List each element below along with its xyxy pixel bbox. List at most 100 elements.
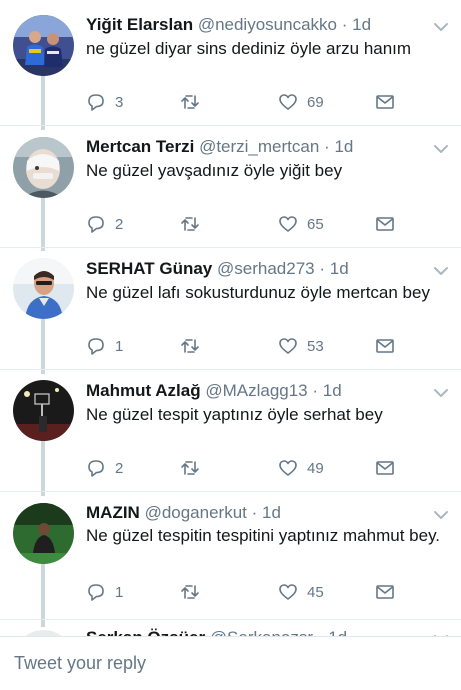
reply-count: 2 bbox=[115, 215, 124, 233]
reply-icon bbox=[88, 216, 104, 233]
reply-count: 3 bbox=[115, 93, 124, 111]
avatar[interactable] bbox=[13, 503, 74, 564]
timestamp[interactable]: 1d bbox=[334, 137, 353, 156]
direct-message-button[interactable] bbox=[375, 456, 395, 480]
timestamp[interactable]: 1d bbox=[323, 381, 342, 400]
like-button[interactable]: 45 bbox=[278, 580, 324, 604]
retweet-icon bbox=[181, 339, 199, 353]
retweet-button[interactable] bbox=[180, 580, 200, 604]
reply-icon bbox=[88, 460, 104, 477]
tweet-header: Mahmut Azlağ @MAzlagg13 · 1d bbox=[86, 380, 451, 402]
tweet[interactable]: Yiğit Elarslan @nediyosuncakko · 1d ne g… bbox=[0, 0, 461, 125]
tweet[interactable]: Mahmut Azlağ @MAzlagg13 · 1d Ne güzel te… bbox=[0, 370, 461, 491]
timestamp[interactable]: 1d bbox=[328, 628, 347, 636]
tweet-actions: 1 53 bbox=[86, 334, 406, 358]
avatar[interactable] bbox=[13, 380, 74, 441]
chevron-down-icon[interactable] bbox=[433, 508, 449, 520]
tweet-reply-input[interactable] bbox=[0, 637, 461, 690]
tweet[interactable]: Serkan Özsüer @Serkanozsr · 1d bbox=[0, 620, 461, 636]
chevron-down-icon[interactable] bbox=[433, 386, 449, 398]
direct-message-button[interactable] bbox=[375, 580, 395, 604]
chevron-down-icon[interactable] bbox=[433, 20, 449, 32]
display-name[interactable]: Serkan Özsüer bbox=[86, 628, 205, 636]
direct-message-button[interactable] bbox=[375, 212, 395, 236]
tweet-actions: 2 49 bbox=[86, 456, 406, 480]
tweet-header: Yiğit Elarslan @nediyosuncakko · 1d bbox=[86, 14, 451, 36]
retweet-icon bbox=[181, 461, 199, 475]
retweet-icon bbox=[181, 95, 199, 109]
like-count: 45 bbox=[307, 583, 324, 601]
reply-icon bbox=[88, 338, 104, 355]
envelope-icon bbox=[376, 95, 394, 109]
like-count: 65 bbox=[307, 215, 324, 233]
profile-photo-man-sunglasses bbox=[13, 258, 74, 319]
like-button[interactable]: 65 bbox=[278, 212, 324, 236]
reply-button[interactable]: 3 bbox=[86, 90, 123, 114]
display-name[interactable]: MAZIN bbox=[86, 503, 140, 522]
tweet-text: ne güzel diyar sins dediniz öyle arzu ha… bbox=[86, 39, 412, 58]
tweet-actions: 3 69 bbox=[86, 90, 406, 114]
heart-icon bbox=[279, 338, 297, 354]
like-count: 49 bbox=[307, 459, 324, 477]
profile-photo-bandaged-face bbox=[13, 137, 74, 198]
envelope-icon bbox=[376, 585, 394, 599]
chevron-down-icon[interactable] bbox=[433, 142, 449, 154]
heart-icon bbox=[279, 584, 297, 600]
username[interactable]: @nediyosuncakko bbox=[198, 15, 337, 34]
tweet-text: Ne güzel tespitin tespitini yaptınız mah… bbox=[86, 526, 441, 545]
timestamp[interactable]: 1d bbox=[262, 503, 281, 522]
tweet-actions: 2 65 bbox=[86, 212, 406, 236]
avatar[interactable] bbox=[13, 258, 74, 319]
timestamp[interactable]: 1d bbox=[330, 259, 349, 278]
like-button[interactable]: 69 bbox=[278, 90, 324, 114]
username[interactable]: @serhad273 bbox=[217, 259, 315, 278]
tweet[interactable]: SERHAT Günay @serhad273 · 1d Ne güzel la… bbox=[0, 248, 461, 369]
avatar[interactable] bbox=[13, 137, 74, 198]
username[interactable]: @Serkanozsr bbox=[210, 628, 313, 636]
direct-message-button[interactable] bbox=[375, 334, 395, 358]
reply-count: 1 bbox=[115, 337, 124, 355]
reply-button[interactable]: 1 bbox=[86, 580, 123, 604]
reply-button[interactable]: 2 bbox=[86, 456, 123, 480]
display-name[interactable]: SERHAT Günay bbox=[86, 259, 212, 278]
username[interactable]: @doganerkut bbox=[145, 503, 247, 522]
display-name[interactable]: Mertcan Terzi bbox=[86, 137, 194, 156]
tweet-header: Mertcan Terzi @terzi_mertcan · 1d bbox=[86, 136, 451, 158]
reply-button[interactable]: 1 bbox=[86, 334, 123, 358]
envelope-icon bbox=[376, 339, 394, 353]
retweet-button[interactable] bbox=[180, 212, 200, 236]
tweet-actions: 1 45 bbox=[86, 580, 406, 604]
separator: · bbox=[318, 628, 324, 636]
like-count: 53 bbox=[307, 337, 324, 355]
display-name[interactable]: Yiğit Elarslan bbox=[86, 15, 193, 34]
like-count: 69 bbox=[307, 93, 324, 111]
tweet-text: Ne güzel tespit yaptınız öyle serhat bey bbox=[86, 405, 383, 424]
separator: · bbox=[319, 259, 326, 278]
reply-button[interactable]: 2 bbox=[86, 212, 123, 236]
profile-photo-person-on-field bbox=[13, 503, 74, 564]
reply-thread: Yiğit Elarslan @nediyosuncakko · 1d ne g… bbox=[0, 0, 461, 636]
envelope-icon bbox=[376, 461, 394, 475]
retweet-button[interactable] bbox=[180, 90, 200, 114]
avatar[interactable] bbox=[13, 15, 74, 76]
like-button[interactable]: 53 bbox=[278, 334, 324, 358]
profile-photo-basketball-court-night bbox=[13, 380, 74, 441]
separator: · bbox=[324, 137, 330, 156]
retweet-button[interactable] bbox=[180, 334, 200, 358]
username[interactable]: @MAzlagg13 bbox=[205, 381, 307, 400]
tweet-header: SERHAT Günay @serhad273 · 1d bbox=[86, 258, 451, 280]
reply-icon bbox=[88, 94, 104, 111]
tweet-text: Ne güzel yavşadınız öyle yiğit bey bbox=[86, 161, 343, 180]
reply-count: 2 bbox=[115, 459, 124, 477]
username[interactable]: @terzi_mertcan bbox=[199, 137, 319, 156]
timestamp[interactable]: 1d bbox=[352, 15, 371, 34]
tweet[interactable]: MAZIN @doganerkut · 1d Ne güzel tespitin… bbox=[0, 492, 461, 619]
direct-message-button[interactable] bbox=[375, 90, 395, 114]
display-name[interactable]: Mahmut Azlağ bbox=[86, 381, 201, 400]
tweet-header: MAZIN @doganerkut · 1d bbox=[86, 502, 451, 524]
tweet[interactable]: Mertcan Terzi @terzi_mertcan · 1d Ne güz… bbox=[0, 126, 461, 247]
chevron-down-icon[interactable] bbox=[433, 264, 449, 276]
reply-count: 1 bbox=[115, 583, 124, 601]
retweet-button[interactable] bbox=[180, 456, 200, 480]
like-button[interactable]: 49 bbox=[278, 456, 324, 480]
